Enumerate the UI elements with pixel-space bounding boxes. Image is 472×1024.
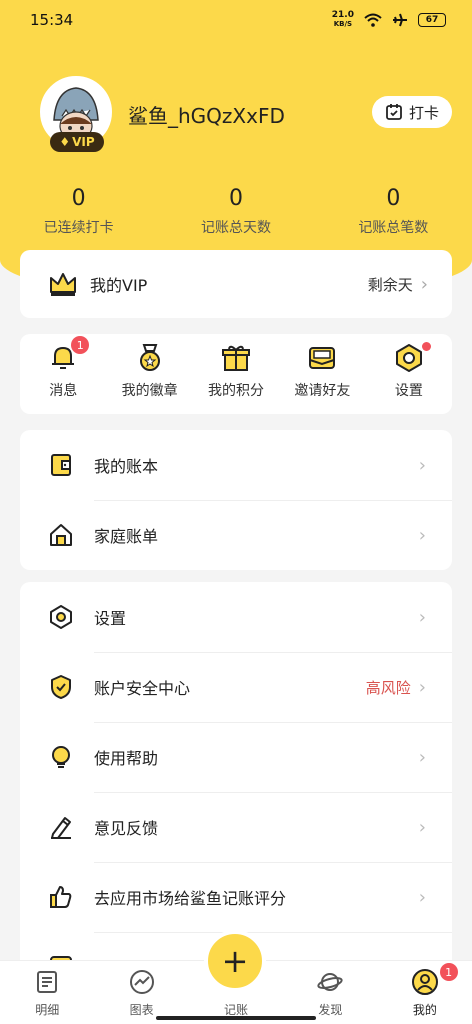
chevron-right-icon: › — [418, 676, 426, 698]
messages-badge: 1 — [71, 336, 90, 354]
chevron-right-icon: › — [418, 746, 426, 768]
home-icon — [50, 524, 72, 546]
diamond-icon: ♦ — [59, 135, 71, 149]
vip-badge: ♦ VIP — [50, 132, 104, 152]
chevron-right-icon: › — [418, 454, 426, 476]
shield-icon — [51, 675, 71, 699]
stats-row: 0 已连续打卡 0 记账总天数 0 记账总笔数 — [0, 186, 472, 237]
tab-charts[interactable]: 图表 — [94, 961, 188, 1024]
bulb-icon — [52, 746, 70, 768]
tab-discover[interactable]: 发现 — [283, 961, 377, 1024]
vip-card[interactable]: 我的VIP 剩余天 › — [20, 250, 452, 318]
status-time: 15:34 — [30, 11, 74, 29]
shortcut-badges[interactable]: 我的徽章 — [106, 342, 192, 414]
row-help[interactable]: 使用帮助 › — [20, 722, 452, 792]
chevron-right-icon: › — [418, 524, 426, 546]
crown-icon — [50, 273, 76, 296]
row-security-center[interactable]: 账户安全中心 高风险 › — [20, 652, 452, 722]
username[interactable]: 鲨鱼_hGQzXxFD — [128, 100, 285, 129]
planet-icon — [317, 973, 344, 991]
chevron-right-icon: › — [418, 816, 426, 838]
shortcut-settings[interactable]: 设置 — [366, 342, 452, 414]
add-record-button[interactable]: + — [204, 930, 266, 992]
user-icon — [411, 969, 438, 995]
chevron-right-icon: › — [420, 273, 428, 295]
hex-gear-icon — [395, 344, 422, 372]
row-family-bill[interactable]: 家庭账单 › — [20, 500, 452, 570]
wifi-icon — [364, 13, 382, 27]
vip-remaining: 剩余天 — [367, 275, 413, 294]
settings-list: 设置 › 账户安全中心 高风险 › 使用帮助 › 意见反馈 › 去应用市场给鲨鱼… — [20, 582, 452, 972]
stat-total-days[interactable]: 0 记账总天数 — [157, 186, 314, 237]
shortcut-bar: 1 消息 我的徽章 我的积分 邀请好友 设置 — [20, 334, 452, 414]
envelope-icon — [309, 347, 336, 369]
tab-details[interactable]: 明细 — [0, 961, 94, 1024]
checkin-button[interactable]: 打卡 — [372, 96, 452, 128]
row-settings[interactable]: 设置 › — [20, 582, 452, 652]
shortcut-messages[interactable]: 1 消息 — [20, 336, 106, 414]
hex-gear-icon — [50, 605, 72, 629]
wallet-icon — [51, 454, 71, 476]
chevron-right-icon: › — [418, 886, 426, 908]
chart-icon — [129, 970, 154, 994]
mine-tab-badge: 1 — [439, 963, 458, 981]
risk-status: 高风险 — [365, 678, 411, 697]
settings-dot-badge — [421, 342, 431, 351]
pencil-icon — [51, 817, 71, 839]
net-speed: 21.0 KB/S — [331, 10, 354, 29]
list-icon — [37, 971, 58, 993]
vip-title: 我的VIP — [90, 276, 148, 295]
battery-icon: 67 — [418, 13, 446, 27]
medal-icon — [139, 344, 160, 371]
tab-mine[interactable]: 我的 1 — [378, 961, 472, 1024]
gift-icon — [222, 345, 251, 371]
row-rate-app[interactable]: 去应用市场给鲨鱼记账评分 › — [20, 862, 452, 932]
airplane-icon — [393, 13, 407, 27]
home-indicator — [156, 1016, 316, 1020]
stat-streak[interactable]: 0 已连续打卡 — [0, 186, 157, 237]
shortcut-points[interactable]: 我的积分 — [193, 342, 279, 414]
row-feedback[interactable]: 意见反馈 › — [20, 792, 452, 862]
chevron-right-icon: › — [418, 606, 426, 628]
calendar-check-icon — [386, 104, 402, 120]
thumbs-up-icon — [50, 886, 72, 908]
stat-total-entries[interactable]: 0 记账总笔数 — [315, 186, 472, 237]
row-my-ledger[interactable]: 我的账本 › — [20, 430, 452, 500]
status-bar: 15:34 21.0 KB/S 67 — [0, 0, 472, 40]
account-list: 我的账本 › 家庭账单 › — [20, 430, 452, 570]
shortcut-invite[interactable]: 邀请好友 — [279, 342, 365, 414]
plus-icon: + — [221, 942, 249, 980]
